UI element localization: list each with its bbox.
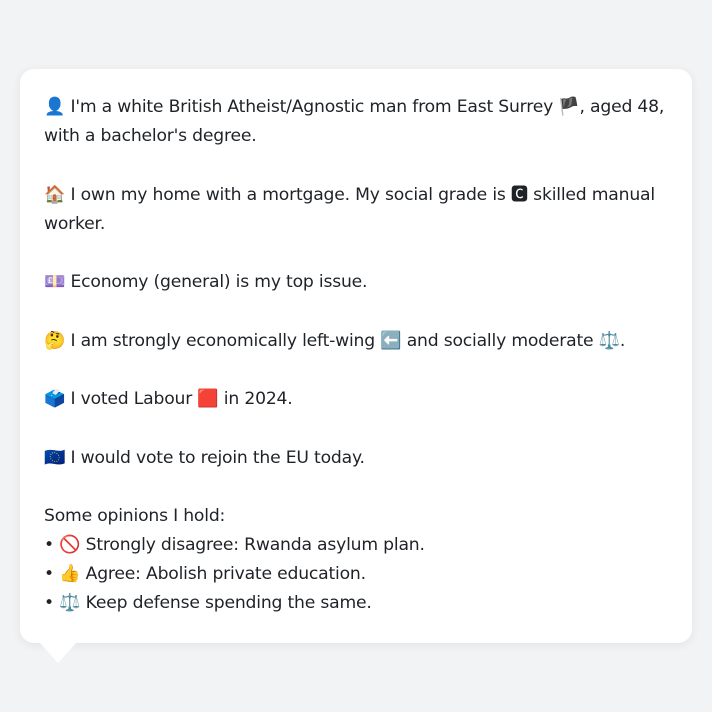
vote-paragraph: 🗳️ I voted Labour 🟥 in 2024. bbox=[44, 385, 668, 414]
thumbs-up-icon: 👍 bbox=[59, 564, 81, 584]
pound-banknote-icon: 💷 bbox=[44, 272, 66, 292]
bubble-tail bbox=[40, 643, 76, 663]
bullet: • bbox=[44, 593, 60, 613]
opinion-item: • 👍 Agree: Abolish private education. bbox=[44, 560, 668, 589]
opinion-text: Keep defense spending the same. bbox=[80, 593, 372, 613]
eu-flag-icon: 🇪🇺 bbox=[44, 447, 66, 468]
balance-scale-icon: ⚖️ bbox=[598, 330, 620, 351]
bullet: • bbox=[44, 564, 60, 584]
home-paragraph: 🏠 I own my home with a mortgage. My soci… bbox=[44, 181, 668, 239]
opinions-heading: Some opinions I hold: bbox=[44, 506, 226, 526]
ideology-text-a: I am strongly economically left-wing bbox=[65, 330, 381, 351]
ideology-paragraph: 🤔 I am strongly economically left-wing ⬅… bbox=[44, 327, 668, 356]
prohibited-icon: 🚫 bbox=[59, 535, 81, 555]
letter-c-icon: 🅲 bbox=[510, 184, 528, 205]
opinion-item: • 🚫 Strongly disagree: Rwanda asylum pla… bbox=[44, 531, 668, 560]
person-icon: 👤 bbox=[44, 97, 66, 117]
eu-text: I would vote to rejoin the EU today. bbox=[65, 447, 365, 468]
vote-text-b: in 2024. bbox=[218, 389, 293, 409]
ideology-text-b: and socially moderate bbox=[401, 330, 599, 351]
identity-paragraph: 👤 I'm a white British Atheist/Agnostic m… bbox=[44, 93, 668, 151]
ideology-text-c: . bbox=[619, 330, 626, 351]
message-bubble: 👤 I'm a white British Atheist/Agnostic m… bbox=[20, 69, 692, 643]
vote-text-a: I voted Labour bbox=[65, 389, 198, 409]
identity-text-a: I'm a white British Atheist/Agnostic man… bbox=[65, 97, 559, 117]
bullet: • bbox=[44, 535, 60, 555]
opinion-item: • ⚖️ Keep defense spending the same. bbox=[44, 589, 668, 618]
issue-paragraph: 💷 Economy (general) is my top issue. bbox=[44, 268, 668, 297]
balance-scale-icon: ⚖️ bbox=[59, 593, 81, 613]
thinking-face-icon: 🤔 bbox=[44, 330, 66, 351]
house-icon: 🏠 bbox=[44, 184, 66, 205]
issue-text: Economy (general) is my top issue. bbox=[65, 272, 368, 292]
red-square-icon: 🟥 bbox=[197, 389, 219, 409]
opinion-text: Strongly disagree: Rwanda asylum plan. bbox=[80, 535, 425, 555]
opinion-text: Agree: Abolish private education. bbox=[80, 564, 366, 584]
england-flag-icon: 🏴 bbox=[558, 97, 580, 117]
home-text-a: I own my home with a mortgage. My social… bbox=[65, 184, 511, 205]
left-arrow-icon: ⬅️ bbox=[380, 330, 402, 351]
eu-paragraph: 🇪🇺 I would vote to rejoin the EU today. bbox=[44, 444, 668, 473]
ballot-box-icon: 🗳️ bbox=[44, 389, 66, 409]
